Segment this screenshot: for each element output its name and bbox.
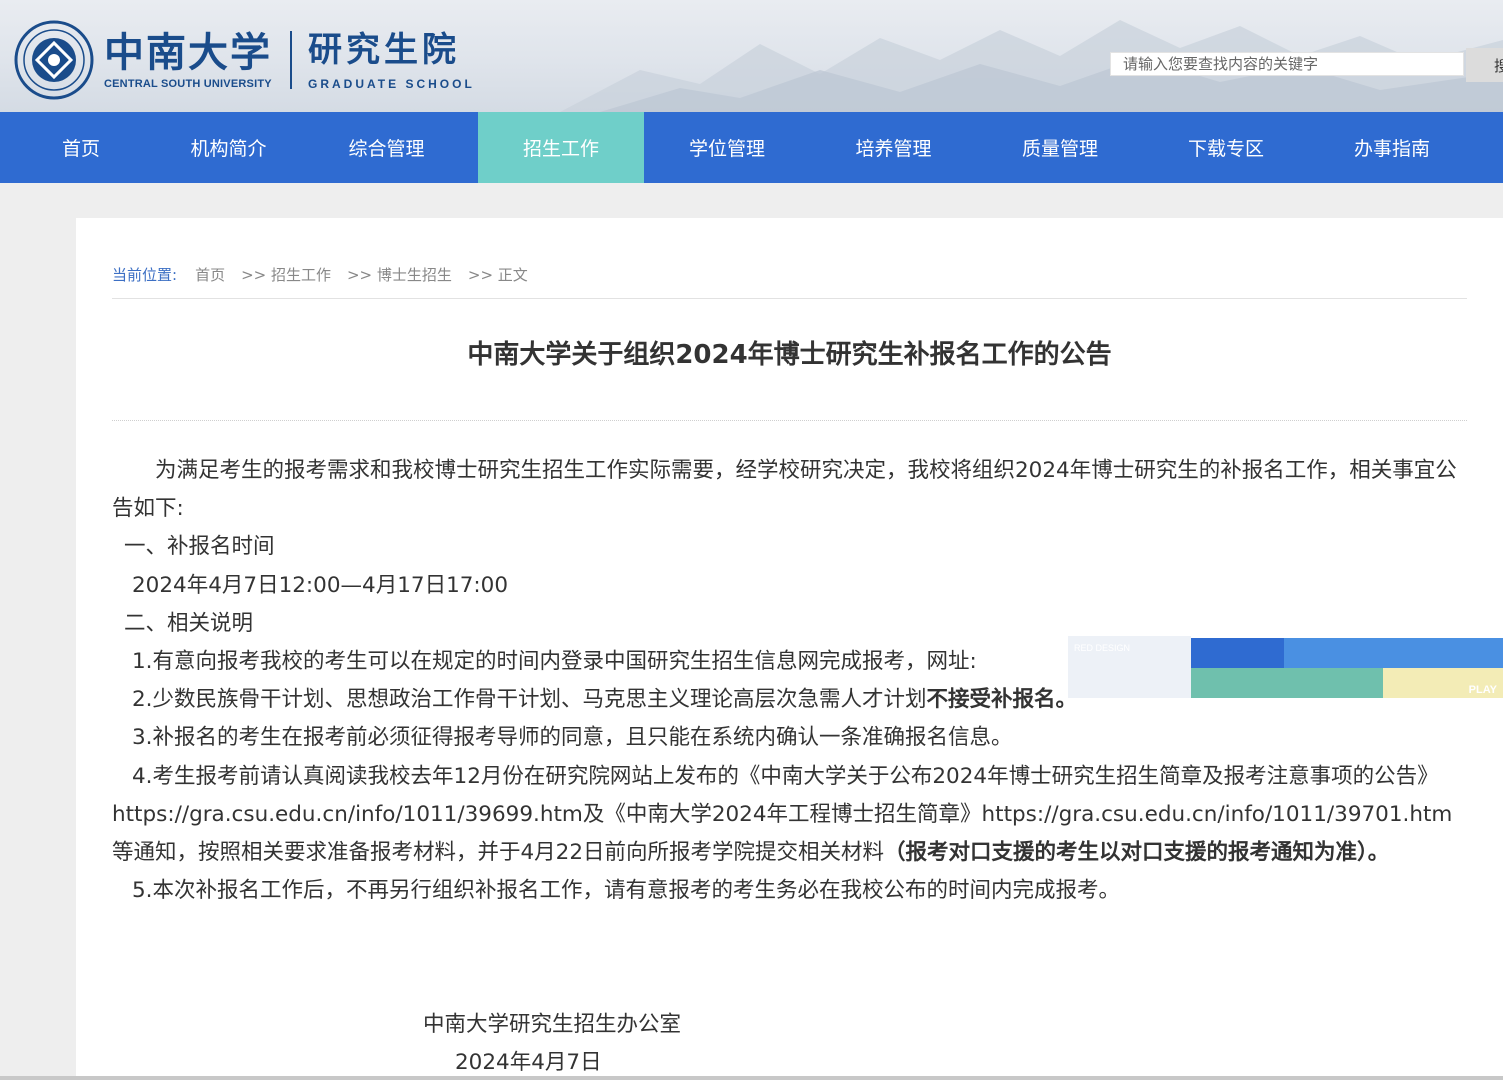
nav-item-guide[interactable]: 办事指南: [1309, 112, 1475, 183]
nav-item-quality[interactable]: 质量管理: [977, 112, 1143, 183]
note-item-3: 3.补报名的考生在报考前必须征得报考导师的同意，且只能在系统内确认一条准确报名信…: [132, 725, 1013, 751]
search-input[interactable]: [1110, 52, 1464, 76]
nav-item-admissions[interactable]: 招生工作: [478, 112, 644, 183]
nav-item-degrees[interactable]: 学位管理: [644, 112, 810, 183]
note-item-4-emphasis: （报考对口支援的考生以对口支援的报考通知为准）。: [884, 840, 1390, 866]
article-title: 中南大学关于组织2024年博士研究生补报名工作的公告: [467, 340, 1112, 370]
signature-org: 中南大学研究生招生办公室: [423, 1012, 682, 1037]
school-name: 研究生院 GRADUATE SCHOOL: [308, 29, 475, 91]
logo-divider: [290, 31, 292, 89]
section-1-heading: 一、补报名时间: [124, 534, 275, 560]
site-header: 中南大学 CENTRAL SOUTH UNIVERSITY 研究生院 GRADU…: [0, 0, 1503, 112]
breadcrumb-label: 当前位置:: [112, 266, 178, 284]
school-name-en: GRADUATE SCHOOL: [308, 77, 475, 91]
breadcrumb-phd-admissions[interactable]: >> 博士生招生: [347, 264, 452, 285]
nav-item-home[interactable]: 首页: [0, 112, 162, 183]
nav-item-admin[interactable]: 综合管理: [295, 112, 478, 183]
school-name-cn: 研究生院: [308, 30, 460, 70]
breadcrumb: 当前位置: 首页 >> 招生工作 >> 博士生招生 >> 正文: [112, 264, 544, 285]
university-name-cn: 中南大学: [104, 29, 272, 76]
university-name-en: CENTRAL SOUTH UNIVERSITY: [104, 78, 272, 90]
banner-play-text: PLAY: [1468, 684, 1497, 696]
university-logo[interactable]: 中南大学 CENTRAL SOUTH UNIVERSITY 研究生院 GRADU…: [14, 20, 475, 100]
note-item-5: 5.本次补报名工作后，不再另行组织补报名工作，请有意报考的考生务必在我校公布的时…: [132, 878, 1121, 904]
title-divider: [112, 420, 1467, 421]
banner-block-teal: [1191, 668, 1383, 698]
signature-block: 中南大学研究生招生办公室 2024年4月7日: [423, 1006, 681, 1080]
nav-item-training[interactable]: 培养管理: [810, 112, 977, 183]
article-intro: 为满足考生的报考需求和我校博士研究生招生工作实际需要，经学校研究决定，我校将组织…: [112, 458, 1457, 522]
note-item-2-emphasis: 不接受补报名。: [926, 687, 1078, 713]
banner-small-text: RED DESIGN: [1074, 643, 1131, 653]
banner-block-lightblue: [1284, 638, 1503, 668]
signature-date: 2024年4月7日: [455, 1050, 602, 1075]
floating-banner[interactable]: RED DESIGN PLAY: [1068, 636, 1503, 698]
window-bottom-edge: [0, 1076, 1503, 1080]
section-1-time: 2024年4月7日12:00—4月17日17:00: [132, 572, 509, 598]
note-item-4: 4.考生报考前请认真阅读我校去年12月份在研究院网站上发布的《中南大学关于公布2…: [112, 758, 1467, 873]
nav-item-about[interactable]: 机构简介: [162, 112, 295, 183]
breadcrumb-admissions[interactable]: >> 招生工作: [241, 264, 331, 285]
search-button[interactable]: 搜: [1466, 48, 1503, 82]
university-seal-icon: [14, 20, 94, 100]
note-item-2-text: 2.少数民族骨干计划、思想政治工作骨干计划、马克思主义理论高层次急需人才计划: [132, 687, 927, 713]
nav-item-downloads[interactable]: 下载专区: [1143, 112, 1309, 183]
breadcrumb-current: >> 正文: [467, 266, 528, 284]
breadcrumb-divider: [112, 298, 1467, 299]
main-nav: 首页 机构简介 综合管理 招生工作 学位管理 培养管理 质量管理 下载专区 办事…: [0, 112, 1503, 183]
breadcrumb-home[interactable]: 首页: [195, 264, 225, 285]
university-name: 中南大学 CENTRAL SOUTH UNIVERSITY: [104, 29, 272, 91]
banner-block-blue: [1191, 638, 1284, 668]
